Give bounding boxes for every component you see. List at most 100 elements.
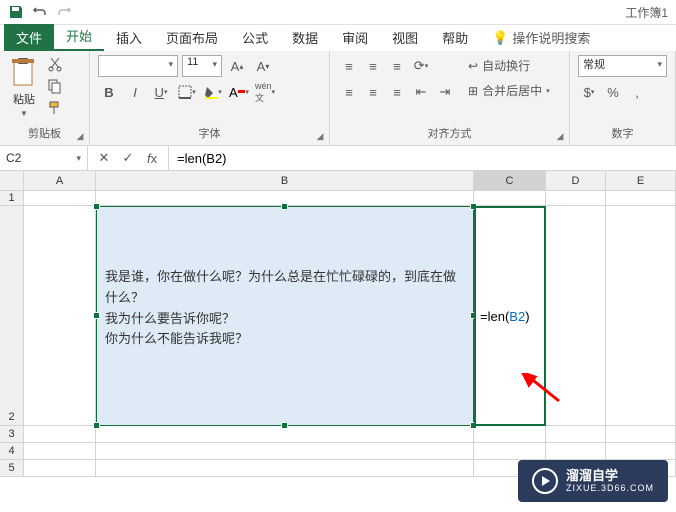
cell-A3[interactable] (24, 426, 96, 443)
cell-D3[interactable] (546, 426, 606, 443)
font-color-button[interactable]: A▾ (228, 81, 250, 103)
font-size-combo[interactable]: 11 (182, 55, 222, 77)
merge-button[interactable]: ⊞合并后居中▾ (464, 80, 554, 101)
row-header-4[interactable]: 4 (0, 443, 24, 460)
fx-icon[interactable]: fx (144, 151, 160, 166)
group-alignment-label: 对齐方式 (338, 125, 561, 143)
align-right-icon[interactable]: ≡ (386, 81, 408, 103)
col-header-C[interactable]: C (474, 171, 546, 191)
undo-icon[interactable] (32, 4, 48, 20)
cell-C3[interactable] (474, 426, 546, 443)
ribbon-tabs: 文件 开始 插入 页面布局 公式 数据 审阅 视图 帮助 💡 操作说明搜索 (0, 25, 676, 51)
selection-handle[interactable] (281, 422, 288, 429)
cell-D4[interactable] (546, 443, 606, 460)
col-header-E[interactable]: E (606, 171, 676, 191)
cell-C1[interactable] (474, 191, 546, 206)
font-name-combo[interactable] (98, 55, 178, 77)
row-header-2[interactable]: 2 (0, 206, 24, 426)
italic-button[interactable]: I (124, 81, 146, 103)
paste-button[interactable]: 粘贴 ▼ (8, 55, 40, 120)
decrease-font-icon[interactable]: A▾ (252, 55, 274, 77)
group-clipboard-label: 剪贴板 (8, 125, 81, 143)
tab-help[interactable]: 帮助 (430, 24, 480, 51)
selection-handle[interactable] (281, 203, 288, 210)
cell-B4[interactable] (96, 443, 474, 460)
phonetic-button[interactable]: wén文▾ (254, 81, 276, 103)
selection-handle[interactable] (93, 203, 100, 210)
cell-A2[interactable] (24, 206, 96, 426)
orientation-icon[interactable]: ⟳▾ (410, 55, 432, 77)
cancel-icon[interactable]: ✕ (96, 150, 112, 166)
cell-E2[interactable] (606, 206, 676, 426)
tab-review[interactable]: 审阅 (330, 24, 380, 51)
cell-C2-formula: =len(B2) (480, 309, 530, 324)
merge-icon: ⊞ (468, 84, 478, 98)
cell-A4[interactable] (24, 443, 96, 460)
align-center-icon[interactable]: ≡ (362, 81, 384, 103)
fill-color-button[interactable]: ▾ (202, 81, 224, 103)
tab-insert[interactable]: 插入 (104, 24, 154, 51)
cell-B2-text: 我是谁，你在做什么呢？为什么总是在忙忙碌碌的，到底在做什么？ 我为什么要告诉你呢… (105, 267, 465, 350)
cell-D1[interactable] (546, 191, 606, 206)
enter-icon[interactable]: ✓ (120, 150, 136, 166)
cell-C4[interactable] (474, 443, 546, 460)
percent-icon[interactable]: % (602, 81, 624, 103)
name-box[interactable]: C2 (0, 146, 88, 170)
group-font-label: 字体 (98, 125, 321, 143)
decrease-indent-icon[interactable]: ⇤ (410, 81, 432, 103)
align-middle-icon[interactable]: ≡ (362, 55, 384, 77)
selection-handle[interactable] (93, 422, 100, 429)
watermark-en: ZIXUE.3D66.COM (566, 483, 654, 494)
clipboard-launcher[interactable]: ◢ (73, 129, 87, 143)
increase-indent-icon[interactable]: ⇥ (434, 81, 456, 103)
formula-bar: C2 ✕ ✓ fx =len(B2) (0, 146, 676, 171)
tab-search[interactable]: 💡 操作说明搜索 (480, 24, 602, 51)
cell-E4[interactable] (606, 443, 676, 460)
cell-E3[interactable] (606, 426, 676, 443)
alignment-launcher[interactable]: ◢ (553, 129, 567, 143)
tab-view[interactable]: 视图 (380, 24, 430, 51)
wrap-text-button[interactable]: ↩自动换行 (464, 55, 534, 76)
row-header-5[interactable]: 5 (0, 460, 24, 477)
watermark: 溜溜自学 ZIXUE.3D66.COM (518, 460, 668, 502)
align-left-icon[interactable]: ≡ (338, 81, 360, 103)
cell-C2[interactable]: =len(B2) (474, 206, 546, 426)
select-all-corner[interactable] (0, 171, 24, 191)
currency-icon[interactable]: $▾ (578, 81, 600, 103)
formula-input[interactable]: =len(B2) (169, 151, 676, 166)
redo-icon[interactable] (56, 4, 72, 20)
col-header-A[interactable]: A (24, 171, 96, 191)
save-icon[interactable] (8, 4, 24, 20)
tab-data[interactable]: 数据 (280, 24, 330, 51)
increase-font-icon[interactable]: A▴ (226, 55, 248, 77)
underline-button[interactable]: U ▾ (150, 81, 172, 103)
cell-E1[interactable] (606, 191, 676, 206)
selection-handle[interactable] (93, 312, 100, 319)
border-button[interactable]: ▾ (176, 81, 198, 103)
copy-icon[interactable] (44, 77, 66, 95)
watermark-zh: 溜溜自学 (566, 468, 654, 484)
row-header-1[interactable]: 1 (0, 191, 24, 206)
format-painter-icon[interactable] (44, 99, 66, 117)
arrow-annotation (521, 373, 561, 403)
cut-icon[interactable] (44, 55, 66, 73)
font-launcher[interactable]: ◢ (313, 129, 327, 143)
col-header-D[interactable]: D (546, 171, 606, 191)
tab-formulas[interactable]: 公式 (230, 24, 280, 51)
worksheet: A B C D E 1 2 3 4 5 我是谁，你在做什么呢？为什么总是在忙忙 (0, 171, 676, 477)
align-top-icon[interactable]: ≡ (338, 55, 360, 77)
tab-pagelayout[interactable]: 页面布局 (154, 24, 230, 51)
cell-B5[interactable] (96, 460, 474, 477)
tab-home[interactable]: 开始 (54, 22, 104, 51)
tab-file[interactable]: 文件 (4, 24, 54, 51)
bold-button[interactable]: B (98, 81, 120, 103)
align-bottom-icon[interactable]: ≡ (386, 55, 408, 77)
cell-B2[interactable]: 我是谁，你在做什么呢？为什么总是在忙忙碌碌的，到底在做什么？ 我为什么要告诉你呢… (96, 206, 474, 426)
play-icon (532, 468, 558, 494)
row-header-3[interactable]: 3 (0, 426, 24, 443)
cell-A1[interactable] (24, 191, 96, 206)
comma-icon[interactable]: , (626, 81, 648, 103)
cell-A5[interactable] (24, 460, 96, 477)
number-format-combo[interactable]: 常规 (578, 55, 667, 77)
col-header-B[interactable]: B (96, 171, 474, 191)
